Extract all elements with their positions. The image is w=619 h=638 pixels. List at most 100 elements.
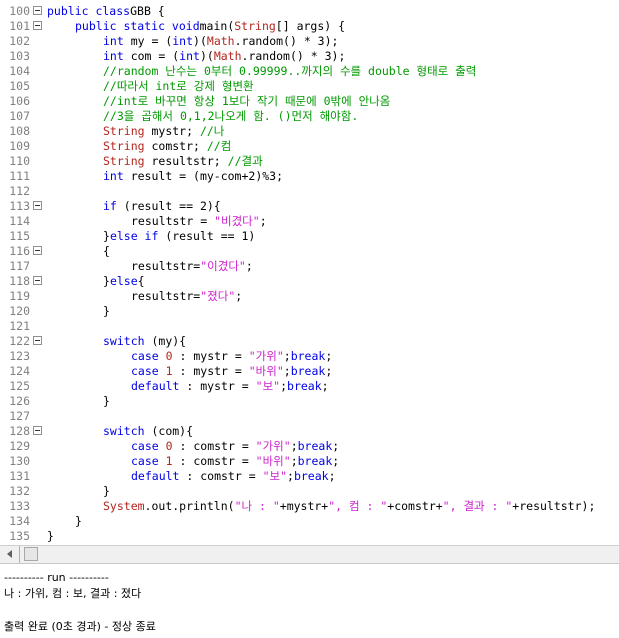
code-line[interactable]: 115}else if (result == 1) xyxy=(0,229,619,244)
code-text: public classGBB { xyxy=(47,4,165,19)
scrollbar-thumb[interactable] xyxy=(24,547,38,561)
code-line[interactable]: 130 case 1 : comstr = "바위";break; xyxy=(0,454,619,469)
code-line[interactable]: 111 int result = (my-com+2)%3; xyxy=(0,169,619,184)
code-line[interactable]: 133 System.out.println("나 : "+mystr+", 컴 … xyxy=(0,499,619,514)
code-token: String xyxy=(103,139,145,153)
code-token: ; xyxy=(325,349,333,363)
code-line[interactable]: 104 //random 난수는 0부터 0.99999..까지의 수를 doub… xyxy=(0,64,619,79)
code-line[interactable]: 132} xyxy=(0,484,619,499)
code-line[interactable]: 125 default : mystr = "보";break; xyxy=(0,379,619,394)
code-token: int xyxy=(179,49,200,63)
collapse-box-icon[interactable] xyxy=(33,21,42,30)
code-line[interactable]: 117 resultstr="이겼다"; xyxy=(0,259,619,274)
code-line[interactable]: 100 public classGBB { xyxy=(0,4,619,19)
code-line[interactable]: 101 public static voidmain(String[] args)… xyxy=(0,19,619,34)
line-number: 108 xyxy=(9,124,30,138)
code-token: .random() * 3); xyxy=(234,34,339,48)
line-number: 111 xyxy=(9,169,30,183)
line-number: 124 xyxy=(9,364,30,378)
code-line[interactable]: 124 case 1 : mystr = "바위";break; xyxy=(0,364,619,379)
code-editor[interactable]: 100 public classGBB {101 public static voi… xyxy=(0,0,619,545)
code-line[interactable]: 135} xyxy=(0,529,619,544)
code-text: //3을 곱해서 0,1,2나오게 함. ()먼저 해야함. xyxy=(103,109,358,124)
code-token: : comstr = xyxy=(172,454,256,468)
line-number: 103 xyxy=(9,49,30,63)
code-line[interactable]: 129 case 0 : comstr = "가위";break; xyxy=(0,439,619,454)
collapse-box-icon[interactable] xyxy=(33,276,42,285)
code-line[interactable]: 122 switch (my){ xyxy=(0,334,619,349)
code-token: System xyxy=(103,499,145,513)
code-token: )( xyxy=(193,34,207,48)
code-text: //random 난수는 0부터 0.99999..까지의 수를 double … xyxy=(103,64,476,79)
code-line[interactable]: 116 { xyxy=(0,244,619,259)
code-token: break xyxy=(297,454,333,468)
code-token: ; xyxy=(325,364,333,378)
code-token: break xyxy=(297,439,333,453)
code-token: case xyxy=(131,454,159,468)
code-token: resultstr; xyxy=(144,154,228,168)
code-token: default xyxy=(131,469,180,483)
code-token: break xyxy=(293,469,329,483)
code-text: int com = (int)(Math.random() * 3); xyxy=(103,49,345,64)
code-line[interactable]: 105 //따라서 int로 강제 형변환 xyxy=(0,79,619,94)
code-line[interactable]: 134} xyxy=(0,514,619,529)
code-token: 0 xyxy=(165,439,173,453)
code-token: "가위" xyxy=(248,349,284,363)
code-token: 1 xyxy=(165,364,173,378)
code-line[interactable]: 112 xyxy=(0,184,619,199)
output-run-header: ---------- run ---------- xyxy=(4,571,109,584)
code-token: ", 컴 : " xyxy=(328,499,388,513)
code-token: ; xyxy=(245,259,253,273)
code-token: //결과 xyxy=(227,154,263,168)
output-result-line: 나 : 가위, 컴 : 보, 결과 : 졌다 xyxy=(4,587,142,600)
code-line[interactable]: 106 //int로 바꾸면 항상 1보다 작기 때문에 0밖에 안나옴 xyxy=(0,94,619,109)
collapse-box-icon[interactable] xyxy=(33,426,42,435)
code-line[interactable]: 102 int my = (int)(Math.random() * 3); xyxy=(0,34,619,49)
code-line[interactable]: 109 String comstr; //컴 xyxy=(0,139,619,154)
line-number: 135 xyxy=(9,529,30,543)
code-line[interactable]: 114 resultstr = "비겼다"; xyxy=(0,214,619,229)
line-number: 100 xyxy=(9,4,30,18)
code-token: "가위" xyxy=(255,439,291,453)
code-line[interactable]: 131 default : comstr = "보";break; xyxy=(0,469,619,484)
code-token: (com){ xyxy=(144,424,194,438)
code-token: //컴 xyxy=(206,139,232,153)
code-line[interactable]: 128 switch (com){ xyxy=(0,424,619,439)
code-token: ; xyxy=(290,454,298,468)
line-number: 120 xyxy=(9,304,30,318)
code-line[interactable]: 127 xyxy=(0,409,619,424)
code-line[interactable]: 121 xyxy=(0,319,619,334)
line-number: 119 xyxy=(9,289,30,303)
code-line[interactable]: 103 int com = (int)(Math.random() * 3); xyxy=(0,49,619,64)
code-text: } xyxy=(103,304,110,319)
line-number: 104 xyxy=(9,64,30,78)
code-line[interactable]: 126} xyxy=(0,394,619,409)
code-text: case 0 : mystr = "가위";break; xyxy=(131,349,332,364)
code-line[interactable]: 108 String mystr; //나 xyxy=(0,124,619,139)
code-token: } xyxy=(103,484,110,498)
collapse-box-icon[interactable] xyxy=(33,246,42,255)
code-line[interactable]: 118}else{ xyxy=(0,274,619,289)
code-token: ; xyxy=(290,439,298,453)
code-token: int xyxy=(103,169,124,183)
code-token: } xyxy=(103,394,110,408)
code-token: )( xyxy=(199,49,214,63)
code-line[interactable]: 120} xyxy=(0,304,619,319)
code-line[interactable]: 123 case 0 : mystr = "가위";break; xyxy=(0,349,619,364)
code-token: break xyxy=(290,349,326,363)
line-number: 134 xyxy=(9,514,30,528)
collapse-box-icon[interactable] xyxy=(33,201,42,210)
collapse-box-icon[interactable] xyxy=(33,336,42,345)
line-number: 129 xyxy=(9,439,30,453)
horizontal-scrollbar[interactable] xyxy=(0,545,619,563)
code-line[interactable]: 119 resultstr="졌다"; xyxy=(0,289,619,304)
code-token: //random 난수는 0부터 0.99999..까지의 수를 double … xyxy=(103,64,477,78)
code-token: if xyxy=(103,199,117,213)
code-token: switch xyxy=(103,334,145,348)
arrow-left-icon[interactable] xyxy=(4,548,16,560)
code-line[interactable]: 113 if (result == 2){ xyxy=(0,199,619,214)
collapse-box-icon[interactable] xyxy=(33,6,42,15)
code-text: int result = (my-com+2)%3; xyxy=(103,169,283,184)
code-line[interactable]: 107 //3을 곱해서 0,1,2나오게 함. ()먼저 해야함. xyxy=(0,109,619,124)
code-line[interactable]: 110 String resultstr; //결과 xyxy=(0,154,619,169)
